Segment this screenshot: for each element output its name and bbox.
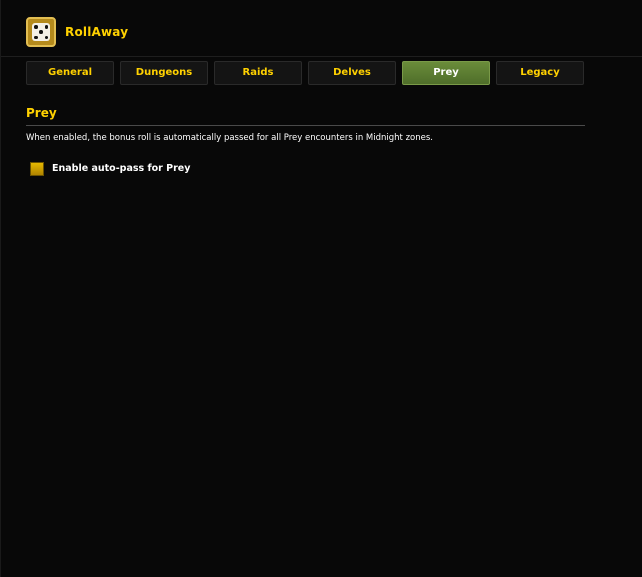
tab-legacy[interactable]: Legacy — [496, 61, 584, 85]
auto-pass-label[interactable]: Enable auto-pass for Prey — [52, 163, 190, 174]
options-panel: RollAway General Dungeons Raids Delves P… — [0, 0, 642, 577]
die-face — [32, 23, 50, 41]
section-title: Prey — [26, 106, 57, 120]
section-divider — [26, 125, 585, 126]
tab-raids[interactable]: Raids — [214, 61, 302, 85]
app-title: RollAway — [65, 25, 129, 39]
tab-prey[interactable]: Prey — [402, 61, 490, 85]
die-pip — [39, 30, 43, 34]
die-pip — [34, 35, 38, 39]
die-pip — [44, 25, 48, 29]
dice-icon — [26, 17, 56, 47]
die-pip — [44, 35, 48, 39]
die-pip — [34, 25, 38, 29]
tab-delves[interactable]: Delves — [308, 61, 396, 85]
tab-dungeons[interactable]: Dungeons — [120, 61, 208, 85]
panel-header: RollAway — [1, 0, 642, 57]
section-description: When enabled, the bonus roll is automati… — [26, 133, 433, 143]
tab-general[interactable]: General — [26, 61, 114, 85]
auto-pass-checkbox[interactable] — [30, 162, 44, 176]
